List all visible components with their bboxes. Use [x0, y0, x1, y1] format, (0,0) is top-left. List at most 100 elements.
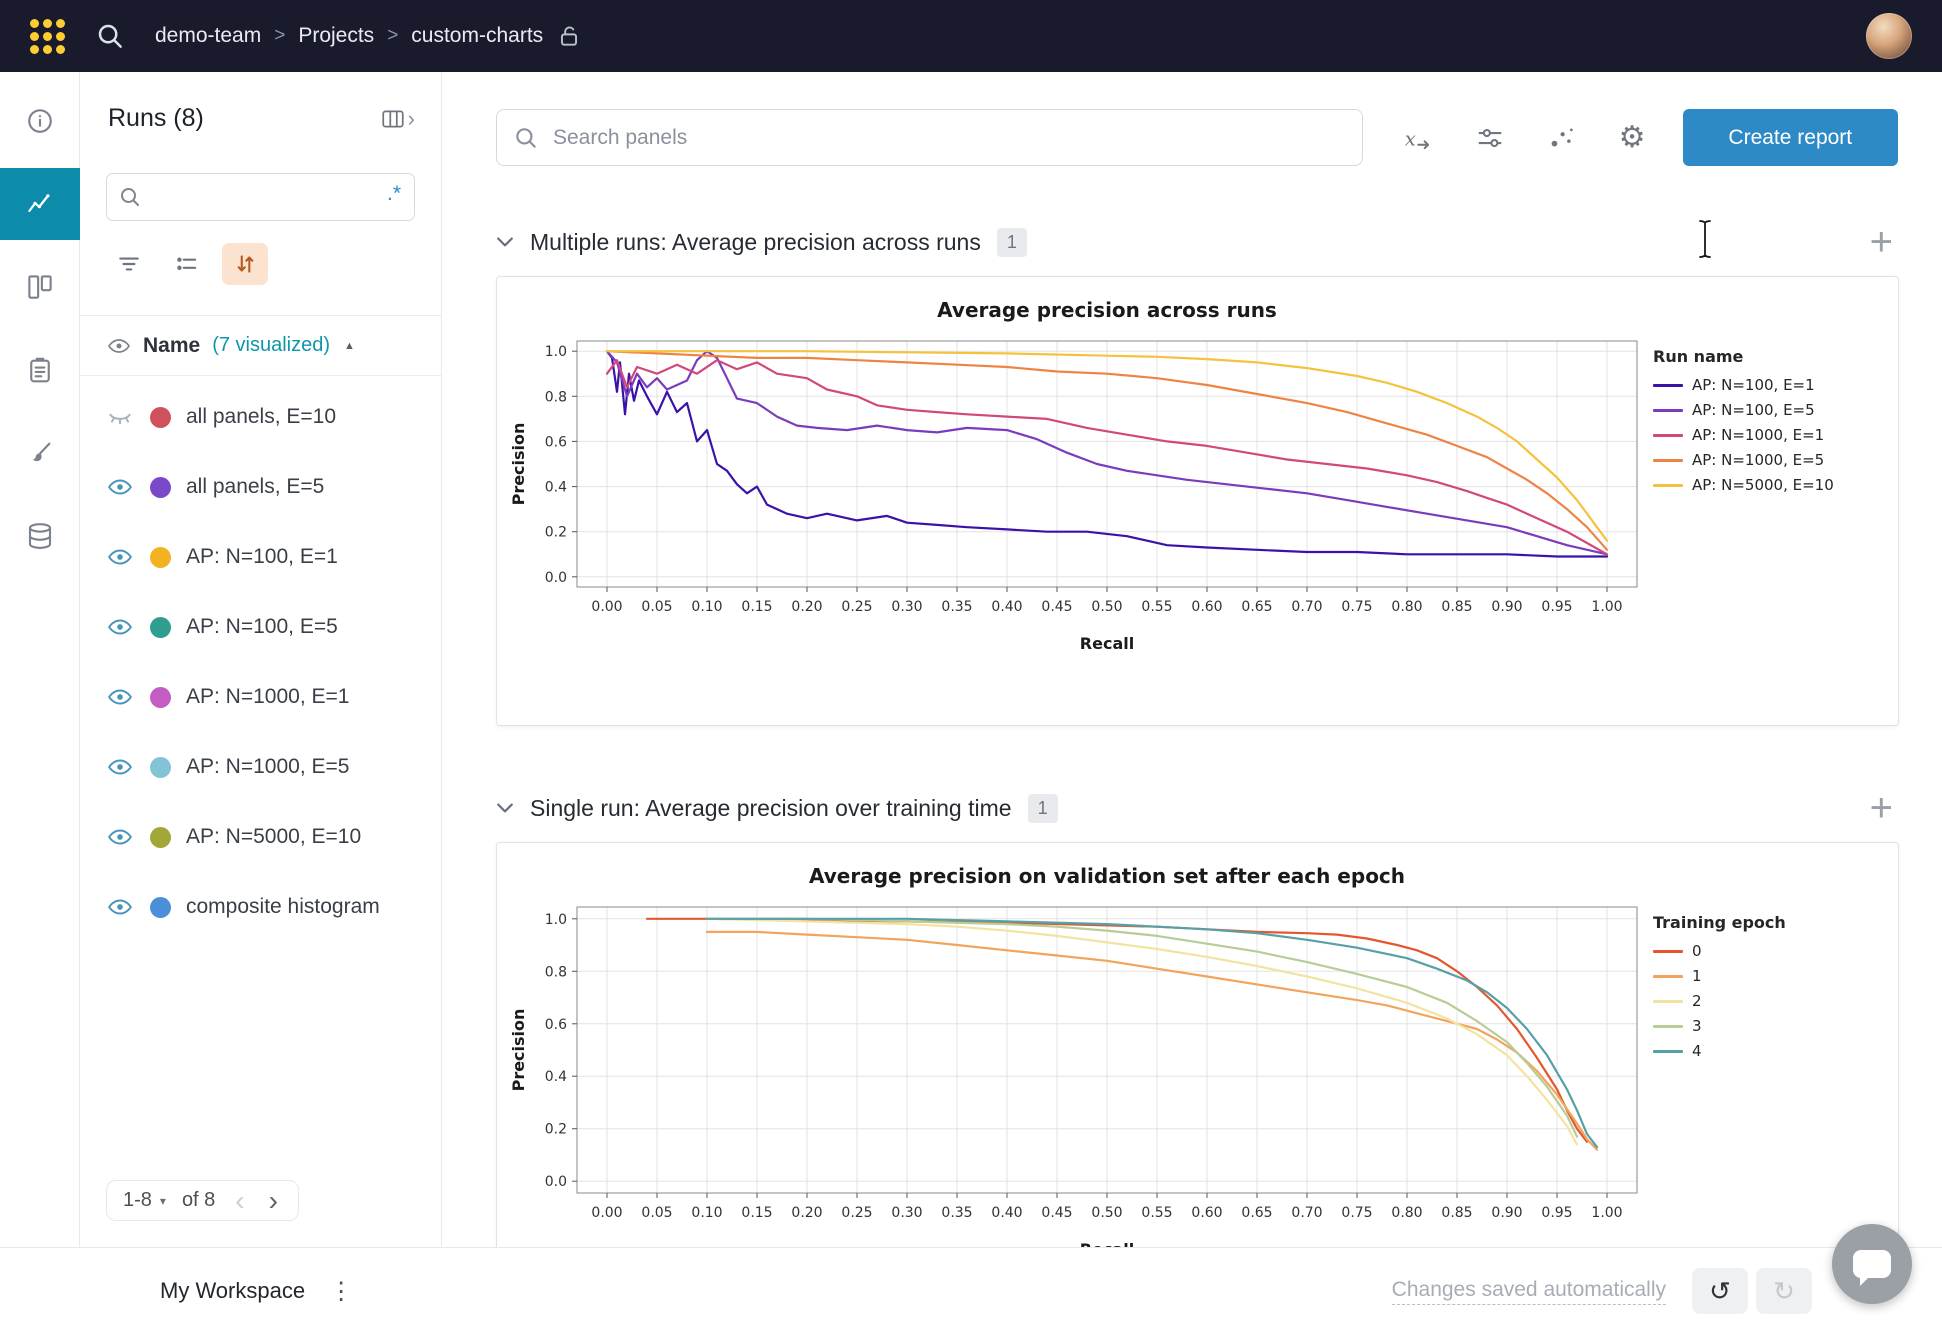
- svg-text:0.15: 0.15: [741, 1205, 772, 1221]
- workspace-selector[interactable]: My Workspace: [160, 1278, 305, 1304]
- eye-icon: [107, 334, 131, 358]
- search-icon: [513, 125, 539, 151]
- legend-item: AP: N=5000, E=10: [1653, 476, 1892, 494]
- runs-pagination: 1-8 ▾ of 8 ‹ ›: [106, 1180, 299, 1221]
- legend-title: Run name: [1653, 347, 1892, 366]
- avatar[interactable]: [1866, 13, 1912, 59]
- legend-label: 0: [1692, 942, 1702, 960]
- svg-text:0.85: 0.85: [1441, 1205, 1472, 1221]
- chevron-right-icon: ›: [408, 106, 415, 132]
- visibility-eye-icon[interactable]: [105, 474, 135, 500]
- run-row[interactable]: AP: N=100, E=1: [80, 522, 441, 592]
- kebab-menu-icon[interactable]: ⋮: [329, 1277, 353, 1306]
- sort-button[interactable]: [222, 243, 268, 285]
- legend-label: AP: N=5000, E=10: [1692, 476, 1834, 494]
- rail-item-artifacts[interactable]: [0, 500, 80, 572]
- legend-swatch: [1653, 975, 1683, 978]
- svg-text:0.0: 0.0: [545, 1174, 567, 1190]
- legend-label: 4: [1692, 1042, 1702, 1060]
- svg-text:Recall: Recall: [1080, 1240, 1134, 1247]
- brush-icon: [25, 438, 55, 468]
- next-page-button[interactable]: ›: [265, 1191, 282, 1211]
- visibility-eye-off-icon[interactable]: [105, 404, 135, 430]
- panel-config-button[interactable]: [1475, 123, 1505, 153]
- undo-button[interactable]: ↺: [1692, 1268, 1748, 1314]
- run-row[interactable]: AP: N=1000, E=1: [80, 662, 441, 732]
- run-row[interactable]: AP: N=100, E=5: [80, 592, 441, 662]
- panel-count-badge: 1: [997, 228, 1027, 257]
- run-row[interactable]: AP: N=5000, E=10: [80, 802, 441, 872]
- visibility-eye-icon[interactable]: [105, 544, 135, 570]
- run-label: composite histogram: [186, 895, 380, 919]
- chevron-down-icon[interactable]: [496, 802, 514, 814]
- rail-item-overview[interactable]: [0, 85, 80, 157]
- add-panel-button[interactable]: +: [1870, 227, 1893, 257]
- topbar: demo-team > Projects > custom-charts: [0, 0, 1942, 72]
- run-row[interactable]: all panels, E=5: [80, 452, 441, 522]
- rail-item-panels[interactable]: [0, 251, 80, 323]
- svg-text:0.30: 0.30: [891, 1205, 922, 1221]
- panel-average-precision-across-runs: 0.000.050.100.150.200.250.300.350.400.45…: [496, 276, 1899, 726]
- run-color-dot: [150, 897, 171, 918]
- group-button[interactable]: [164, 243, 210, 285]
- runs-name-header[interactable]: Name (7 visualized) ▲: [80, 316, 441, 376]
- add-panel-button[interactable]: +: [1870, 793, 1893, 823]
- run-row[interactable]: AP: N=1000, E=5: [80, 732, 441, 802]
- svg-text:0.10: 0.10: [691, 1205, 722, 1221]
- run-row[interactable]: all panels, E=10: [80, 382, 441, 452]
- search-icon[interactable]: [95, 21, 125, 51]
- unlock-icon[interactable]: [556, 23, 582, 49]
- chat-support-button[interactable]: [1832, 1224, 1912, 1304]
- rail-item-sweeps[interactable]: [0, 417, 80, 489]
- regex-toggle[interactable]: .*: [387, 182, 401, 206]
- svg-text:0.10: 0.10: [691, 599, 722, 615]
- breadcrumb-team[interactable]: demo-team: [155, 24, 261, 48]
- svg-text:0.20: 0.20: [791, 599, 822, 615]
- line-chart-icon: [25, 189, 55, 219]
- legend-item: 2: [1653, 992, 1892, 1010]
- run-row[interactable]: composite histogram: [80, 872, 441, 942]
- runs-search-input[interactable]: [106, 173, 415, 221]
- svg-text:0.55: 0.55: [1141, 1205, 1172, 1221]
- visualized-count: (7 visualized): [212, 334, 330, 357]
- visibility-eye-icon[interactable]: [105, 684, 135, 710]
- chevron-down-icon[interactable]: [496, 236, 514, 248]
- svg-text:0.8: 0.8: [545, 964, 567, 980]
- legend-item: AP: N=1000, E=5: [1653, 451, 1892, 469]
- visibility-eye-icon[interactable]: [105, 894, 135, 920]
- settings-gear-icon[interactable]: ⚙: [1619, 120, 1646, 155]
- legend-swatch: [1653, 459, 1683, 462]
- breadcrumb-projects[interactable]: Projects: [298, 24, 374, 48]
- redo-button[interactable]: ↻: [1756, 1268, 1812, 1314]
- outliers-button[interactable]: [1547, 123, 1577, 153]
- create-report-button[interactable]: Create report: [1683, 109, 1898, 166]
- rail-item-charts[interactable]: [0, 168, 80, 240]
- text-cursor: [1697, 218, 1713, 260]
- precision-recall-chart: 0.000.050.100.150.200.250.300.350.400.45…: [507, 283, 1647, 663]
- legend-label: 3: [1692, 1017, 1702, 1035]
- svg-text:Average precision on validatio: Average precision on validation set afte…: [809, 864, 1405, 888]
- breadcrumb-project[interactable]: custom-charts: [411, 24, 543, 48]
- run-label: AP: N=100, E=5: [186, 615, 338, 639]
- panel-search-input[interactable]: [496, 109, 1363, 166]
- legend-item: AP: N=1000, E=1: [1653, 426, 1892, 444]
- visibility-eye-icon[interactable]: [105, 824, 135, 850]
- page-total: of 8: [182, 1189, 215, 1212]
- prev-page-button[interactable]: ‹: [231, 1191, 248, 1211]
- filter-button[interactable]: [106, 243, 152, 285]
- rail-item-logs[interactable]: [0, 334, 80, 406]
- legend-swatch: [1653, 950, 1683, 953]
- chat-bubble-icon: [1853, 1250, 1891, 1278]
- visibility-eye-icon[interactable]: [105, 754, 135, 780]
- svg-text:0.4: 0.4: [545, 1069, 567, 1085]
- runs-table-toggle[interactable]: ›: [380, 106, 415, 132]
- visibility-eye-icon[interactable]: [105, 614, 135, 640]
- x-axis-settings-button[interactable]: x: [1401, 123, 1433, 153]
- svg-text:1.0: 1.0: [545, 344, 567, 360]
- svg-text:0.85: 0.85: [1441, 599, 1472, 615]
- page-range-dropdown[interactable]: 1-8: [123, 1189, 152, 1212]
- svg-text:Average precision across runs: Average precision across runs: [937, 298, 1277, 322]
- svg-text:0.35: 0.35: [941, 1205, 972, 1221]
- wandb-logo[interactable]: [30, 19, 65, 54]
- section-single-run: Single run: Average precision over train…: [496, 786, 1899, 830]
